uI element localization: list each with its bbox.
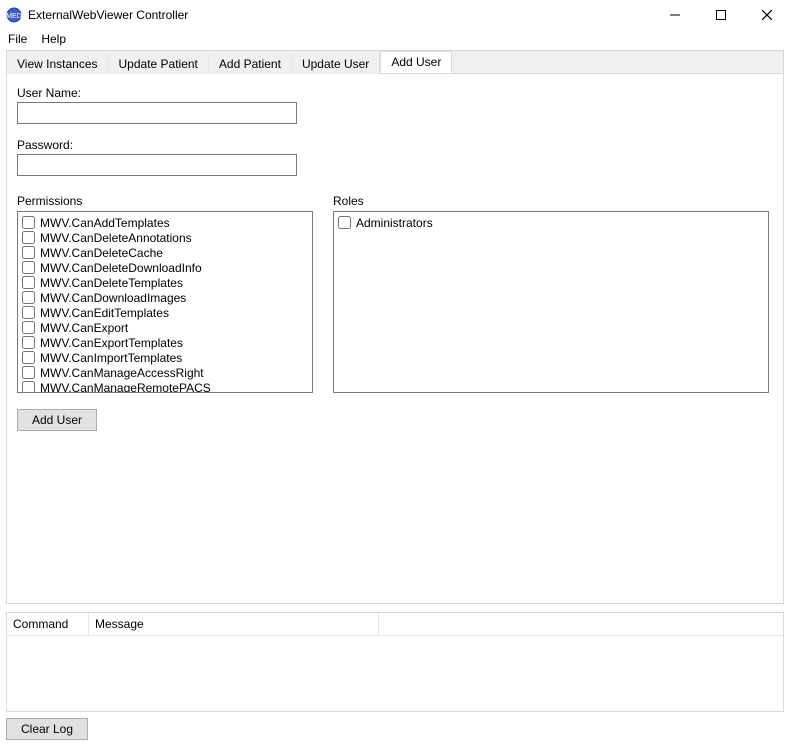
tab-view-instances[interactable]: View Instances — [7, 54, 109, 74]
password-input[interactable] — [17, 154, 297, 176]
password-label: Password: — [17, 138, 773, 152]
permission-checkbox[interactable] — [22, 381, 35, 393]
tab-panel-add-user: User Name: Password: Permissions MWV.Can… — [6, 74, 784, 604]
permission-checkbox[interactable] — [22, 291, 35, 304]
permission-item-label: MWV.CanDownloadImages — [40, 291, 186, 305]
permission-checkbox[interactable] — [22, 366, 35, 379]
window-title: ExternalWebViewer Controller — [28, 8, 188, 22]
permission-checkbox[interactable] — [22, 216, 35, 229]
log-col-command[interactable]: Command — [7, 613, 89, 635]
permission-item[interactable]: MWV.CanManageAccessRight — [22, 365, 308, 380]
permission-item[interactable]: MWV.CanDeleteTemplates — [22, 275, 308, 290]
permission-item-label: MWV.CanDeleteDownloadInfo — [40, 261, 202, 275]
role-item-label: Administrators — [356, 216, 433, 230]
permission-checkbox[interactable] — [22, 246, 35, 259]
menu-file[interactable]: File — [8, 32, 27, 46]
permission-item-label: MWV.CanManageAccessRight — [40, 366, 204, 380]
menubar: File Help — [0, 30, 790, 50]
permissions-listbox[interactable]: MWV.CanAddTemplatesMWV.CanDeleteAnnotati… — [17, 211, 313, 393]
permission-item-label: MWV.CanManageRemotePACS — [40, 381, 211, 394]
log-table: Command Message — [6, 612, 784, 712]
permission-item-label: MWV.CanAddTemplates — [40, 216, 170, 230]
log-col-spacer — [379, 613, 783, 635]
tab-update-user[interactable]: Update User — [292, 54, 380, 74]
permission-item[interactable]: MWV.CanExport — [22, 320, 308, 335]
roles-label: Roles — [333, 194, 769, 208]
permission-item-label: MWV.CanEditTemplates — [40, 306, 169, 320]
role-item[interactable]: Administrators — [338, 215, 764, 230]
permissions-label: Permissions — [17, 194, 313, 208]
username-input[interactable] — [17, 102, 297, 124]
username-label: User Name: — [17, 86, 773, 100]
permission-item-label: MWV.CanDeleteTemplates — [40, 276, 183, 290]
permission-checkbox[interactable] — [22, 306, 35, 319]
permission-item[interactable]: MWV.CanDeleteDownloadInfo — [22, 260, 308, 275]
roles-listbox[interactable]: Administrators — [333, 211, 769, 393]
permission-checkbox[interactable] — [22, 351, 35, 364]
close-button[interactable] — [744, 0, 790, 30]
tab-add-user[interactable]: Add User — [380, 51, 452, 73]
tab-update-patient[interactable]: Update Patient — [109, 54, 209, 74]
permission-item[interactable]: MWV.CanDeleteCache — [22, 245, 308, 260]
permission-item[interactable]: MWV.CanEditTemplates — [22, 305, 308, 320]
permission-item[interactable]: MWV.CanImportTemplates — [22, 350, 308, 365]
svg-text:MED: MED — [6, 13, 22, 20]
clear-log-button[interactable]: Clear Log — [6, 718, 88, 740]
tab-add-patient[interactable]: Add Patient — [209, 54, 292, 74]
permission-item[interactable]: MWV.CanDownloadImages — [22, 290, 308, 305]
permission-item[interactable]: MWV.CanManageRemotePACS — [22, 380, 308, 393]
permission-item-label: MWV.CanImportTemplates — [40, 351, 182, 365]
permission-checkbox[interactable] — [22, 321, 35, 334]
permission-item[interactable]: MWV.CanDeleteAnnotations — [22, 230, 308, 245]
permission-checkbox[interactable] — [22, 336, 35, 349]
app-icon: MED — [6, 7, 22, 23]
permission-item-label: MWV.CanExport — [40, 321, 128, 335]
permission-checkbox[interactable] — [22, 261, 35, 274]
log-col-message[interactable]: Message — [89, 613, 379, 635]
permission-item-label: MWV.CanExportTemplates — [40, 336, 183, 350]
permission-item[interactable]: MWV.CanExportTemplates — [22, 335, 308, 350]
permission-checkbox[interactable] — [22, 231, 35, 244]
permission-checkbox[interactable] — [22, 276, 35, 289]
tab-strip: View Instances Update Patient Add Patien… — [6, 50, 784, 74]
menu-help[interactable]: Help — [41, 32, 66, 46]
maximize-button[interactable] — [698, 0, 744, 30]
role-checkbox[interactable] — [338, 216, 351, 229]
minimize-button[interactable] — [652, 0, 698, 30]
titlebar: MED ExternalWebViewer Controller — [0, 0, 790, 30]
add-user-button[interactable]: Add User — [17, 409, 97, 431]
permission-item[interactable]: MWV.CanAddTemplates — [22, 215, 308, 230]
permission-item-label: MWV.CanDeleteCache — [40, 246, 163, 260]
permission-item-label: MWV.CanDeleteAnnotations — [40, 231, 192, 245]
